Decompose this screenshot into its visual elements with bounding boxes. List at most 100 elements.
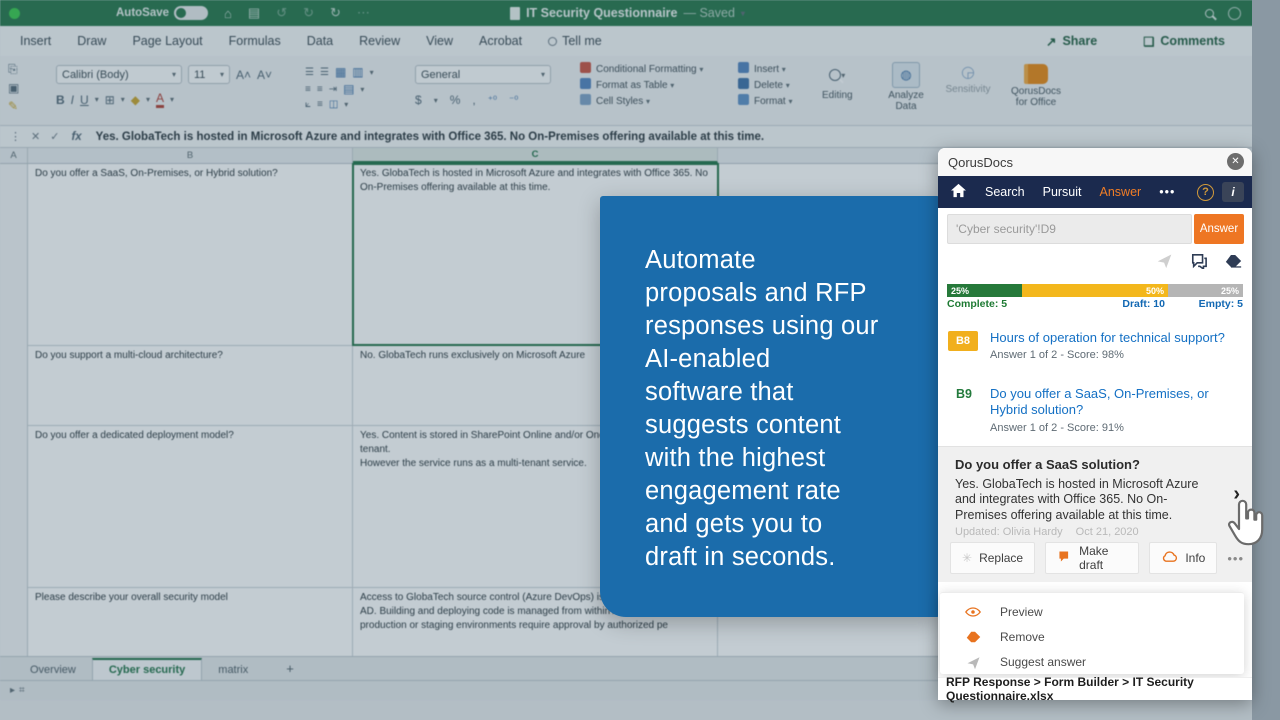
font-size-select[interactable]: 11▾ bbox=[188, 65, 230, 84]
align-top-icon[interactable]: ☰ bbox=[305, 67, 314, 78]
answer-button[interactable]: Answer bbox=[1194, 214, 1244, 244]
paste-icon[interactable]: ⎘ bbox=[8, 62, 19, 77]
percent-icon[interactable]: % bbox=[450, 93, 461, 107]
macro-record-icon[interactable]: ▸⌗ bbox=[10, 685, 29, 696]
tab-review[interactable]: Review bbox=[359, 34, 400, 48]
column-header-c[interactable]: C bbox=[353, 148, 718, 163]
question-link[interactable]: Do you offer a SaaS, On-Premises, or Hyb… bbox=[990, 386, 1242, 419]
autosave-toggle[interactable]: AutoSave bbox=[116, 6, 208, 20]
column-header-b[interactable]: B bbox=[28, 148, 353, 163]
copy-icon[interactable]: ▣ bbox=[8, 81, 19, 95]
italic-button[interactable]: I bbox=[71, 93, 74, 107]
comments-button[interactable]: ❑Comments bbox=[1143, 34, 1225, 49]
tab-view[interactable]: View bbox=[426, 34, 453, 48]
account-icon[interactable] bbox=[1228, 7, 1241, 20]
eraser-icon[interactable] bbox=[1225, 254, 1242, 268]
decrease-decimal-icon[interactable]: ⁻⁰ bbox=[509, 95, 518, 106]
question-item-b8[interactable]: B8 Hours of operation for technical supp… bbox=[948, 330, 1242, 361]
column-header-a[interactable]: A bbox=[0, 148, 28, 163]
nav-more-icon[interactable]: ••• bbox=[1159, 185, 1175, 199]
sheet-tab-matrix[interactable]: matrix bbox=[202, 660, 264, 680]
replace-button[interactable]: ✳ Replace bbox=[950, 542, 1035, 574]
sensitivity-button[interactable]: ◶ Sensitivity bbox=[944, 62, 992, 95]
tab-insert[interactable]: Insert bbox=[20, 34, 51, 48]
home-icon[interactable]: ⌂ bbox=[224, 6, 232, 21]
menu-item-remove[interactable]: Remove bbox=[940, 624, 1244, 650]
info-icon[interactable]: i bbox=[1222, 182, 1244, 202]
chevron-down-icon[interactable]: ▾ bbox=[741, 9, 745, 18]
send-icon[interactable] bbox=[1156, 252, 1173, 269]
tab-data[interactable]: Data bbox=[307, 34, 333, 48]
tab-acrobat[interactable]: Acrobat bbox=[479, 34, 522, 48]
undo-icon[interactable]: ↺ bbox=[276, 5, 287, 21]
info-button[interactable]: Info bbox=[1149, 542, 1217, 574]
tab-draw[interactable]: Draw bbox=[77, 34, 106, 48]
more-icon[interactable]: ⋯ bbox=[357, 5, 370, 21]
nav-pursuit[interactable]: Pursuit bbox=[1043, 185, 1082, 199]
font-color-button[interactable]: A bbox=[156, 91, 164, 108]
underline-button[interactable]: U bbox=[80, 93, 89, 107]
home-icon[interactable] bbox=[950, 183, 967, 201]
align-bottom-icon[interactable]: ≡ bbox=[317, 99, 323, 110]
cell-styles-button[interactable]: Cell Styles ▾ bbox=[580, 94, 703, 110]
refresh-icon[interactable]: ↻ bbox=[330, 5, 341, 21]
increase-font-icon[interactable]: A˄ bbox=[236, 68, 251, 82]
redo-icon[interactable]: ↻ bbox=[303, 5, 314, 21]
tab-formulas[interactable]: Formulas bbox=[229, 34, 281, 48]
align-left-icon[interactable]: ≡ bbox=[305, 84, 311, 95]
tab-page-layout[interactable]: Page Layout bbox=[132, 34, 202, 48]
cell-reference-input[interactable] bbox=[947, 214, 1192, 244]
delete-cells-button[interactable]: Delete ▾ bbox=[738, 78, 792, 94]
sheet-tab-overview[interactable]: Overview bbox=[14, 660, 92, 680]
increase-decimal-icon[interactable]: ⁺⁰ bbox=[488, 95, 497, 106]
editing-group[interactable]: ▾ Editing bbox=[822, 62, 853, 101]
search-icon[interactable] bbox=[1205, 9, 1214, 18]
nav-answer[interactable]: Answer bbox=[1100, 185, 1142, 199]
comma-icon[interactable]: , bbox=[472, 93, 475, 107]
formula-bar[interactable]: ⋮ ✕ ✓ fx Yes. GlobaTech is hosted in Mic… bbox=[0, 126, 1255, 148]
make-draft-button[interactable]: Make draft bbox=[1045, 542, 1139, 574]
fill-color-button[interactable]: ◆ bbox=[131, 93, 140, 107]
window-control-dot[interactable] bbox=[9, 8, 20, 19]
chat-icon[interactable] bbox=[1190, 253, 1208, 269]
wrap-text-icon[interactable]: ▦ bbox=[335, 65, 346, 79]
nav-search[interactable]: Search bbox=[985, 185, 1025, 199]
borders-button[interactable]: ⊞ bbox=[105, 93, 115, 107]
conditional-formatting-button[interactable]: Conditional Formatting ▾ bbox=[580, 62, 703, 78]
question-cell[interactable]: Do you offer a SaaS, On-Premises, or Hyb… bbox=[28, 164, 353, 345]
align-center-icon[interactable]: ≡ bbox=[317, 84, 323, 95]
format-cells-button[interactable]: Format ▾ bbox=[738, 94, 792, 110]
merge-icon[interactable]: ▥ bbox=[352, 65, 363, 79]
menu-item-suggest-answer[interactable]: Suggest answer bbox=[940, 649, 1244, 675]
share-button[interactable]: ↗Share bbox=[1046, 34, 1097, 49]
format-as-table-button[interactable]: Format as Table ▾ bbox=[580, 78, 703, 94]
analyze-data-button[interactable]: ◍ Analyze Data bbox=[884, 62, 928, 112]
align-middle-icon[interactable]: ☰ bbox=[320, 67, 329, 78]
menu-item-preview[interactable]: Preview bbox=[940, 599, 1244, 625]
close-icon[interactable]: ✕ bbox=[1227, 153, 1244, 170]
orientation-icon[interactable]: ⟀ bbox=[305, 99, 311, 110]
print-icon[interactable]: ▤ bbox=[248, 5, 260, 21]
help-icon[interactable]: ? bbox=[1197, 184, 1214, 201]
bold-button[interactable]: B bbox=[56, 93, 65, 107]
sheet-tab-cyber-security[interactable]: Cyber security bbox=[92, 658, 202, 680]
add-sheet-button[interactable]: + bbox=[278, 657, 302, 680]
progress-stats: Complete: 5 Draft: 10 Empty: 5 bbox=[947, 298, 1243, 312]
tell-me[interactable]: Tell me bbox=[548, 34, 602, 48]
number-format-select[interactable]: General▾ bbox=[415, 65, 551, 84]
text-direction-icon[interactable]: ◫ bbox=[329, 99, 338, 110]
currency-icon[interactable]: $ bbox=[415, 93, 422, 107]
question-link[interactable]: Hours of operation for technical support… bbox=[990, 330, 1242, 346]
insert-cells-button[interactable]: Insert ▾ bbox=[738, 62, 792, 78]
merge-center-icon[interactable]: ▤ bbox=[343, 82, 354, 96]
cancel-icon[interactable]: ✕ bbox=[31, 130, 40, 143]
qorusdocs-ribbon-button[interactable]: QorusDocs for Office bbox=[1008, 62, 1064, 108]
question-cell[interactable]: Do you support a multi-cloud architectur… bbox=[28, 346, 353, 425]
font-name-select[interactable]: Calibri (Body)▾ bbox=[56, 65, 182, 84]
format-painter-icon[interactable]: ✎ bbox=[8, 99, 19, 113]
indent-icon[interactable]: ⇥ bbox=[329, 84, 337, 95]
enter-icon[interactable]: ✓ bbox=[50, 130, 59, 143]
question-cell[interactable]: Do you offer a dedicated deployment mode… bbox=[28, 426, 353, 587]
decrease-font-icon[interactable]: A˅ bbox=[257, 68, 272, 82]
question-item-b9[interactable]: B9 Do you offer a SaaS, On-Premises, or … bbox=[948, 386, 1242, 434]
